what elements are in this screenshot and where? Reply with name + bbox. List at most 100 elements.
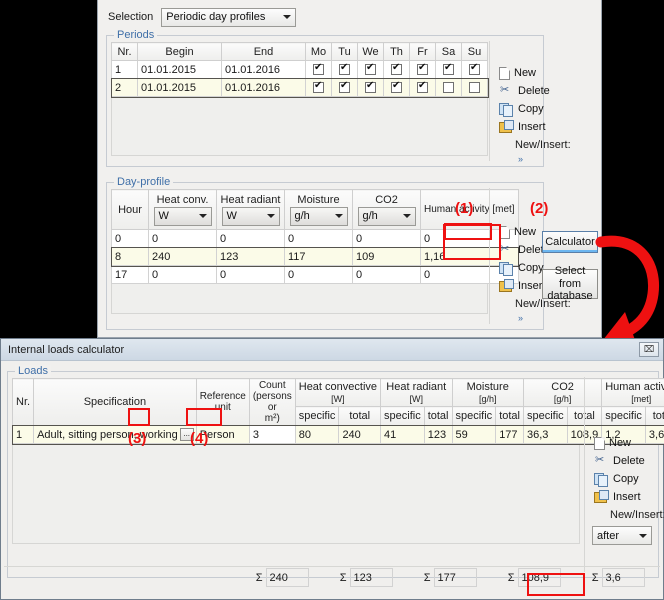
dayprofile-group: Day-profile Hour Heat conv. W Heat radia… bbox=[106, 176, 571, 330]
checkbox-we[interactable] bbox=[365, 80, 376, 94]
loads-r1-specification[interactable]: Adult, sitting person, working ... bbox=[33, 425, 197, 444]
scissors-icon bbox=[499, 83, 514, 98]
dayprofile-delete-button[interactable]: Delete bbox=[497, 241, 550, 259]
loads-r1-co2-specific[interactable]: 36,3 bbox=[522, 425, 568, 444]
dp-r1-c3[interactable]: 0 bbox=[284, 229, 353, 248]
periods-r2-th[interactable] bbox=[383, 78, 410, 97]
dp-unit-heat-conv-combo[interactable]: W bbox=[153, 206, 212, 226]
dp-r3-c3[interactable]: 0 bbox=[284, 265, 353, 284]
table-row[interactable]: 2 01.01.2015 01.01.2016 bbox=[110, 77, 489, 98]
loads-insert-button[interactable]: Insert bbox=[592, 488, 652, 506]
dp-r3-c2[interactable]: 0 bbox=[216, 265, 285, 284]
periods-copy-button[interactable]: Copy bbox=[497, 100, 544, 118]
calculator-button[interactable]: Calculator bbox=[542, 231, 598, 253]
new-document-icon bbox=[594, 437, 605, 450]
table-row[interactable]: 17 0 0 0 0 0 bbox=[111, 265, 519, 284]
periods-col-begin: Begin bbox=[137, 42, 222, 61]
dayprofile-copy-button[interactable]: Copy bbox=[497, 259, 544, 277]
periods-r1-fr[interactable] bbox=[409, 60, 436, 79]
dp-unit-heat-rad-combo[interactable]: W bbox=[221, 206, 280, 226]
dp-r2-c3[interactable]: 117 bbox=[284, 247, 353, 266]
checkbox-fr[interactable] bbox=[417, 80, 428, 94]
checkbox-mo[interactable] bbox=[313, 80, 324, 94]
loads-delete-button[interactable]: Delete bbox=[592, 452, 652, 470]
loads-col-co2-unit: [g/h] bbox=[553, 393, 572, 404]
periods-new-button[interactable]: New bbox=[497, 64, 543, 82]
checkbox-fr[interactable] bbox=[417, 62, 428, 76]
dp-r1-c1[interactable]: 0 bbox=[148, 229, 217, 248]
dp-r2-c4[interactable]: 109 bbox=[352, 247, 421, 266]
totals-ha-sigma: Σ bbox=[591, 571, 599, 584]
dp-col-heat-conv-label: Heat conv. bbox=[156, 193, 209, 206]
dp-r2-c1[interactable]: 240 bbox=[148, 247, 217, 266]
dayprofile-expander-icon[interactable]: » bbox=[497, 313, 543, 327]
close-icon[interactable]: ⌧ bbox=[639, 342, 659, 357]
select-from-database-label: Select from database bbox=[547, 265, 593, 303]
dp-unit-co2-combo[interactable]: g/h bbox=[357, 206, 416, 226]
periods-r2-fr[interactable] bbox=[409, 78, 436, 97]
checkbox-th[interactable] bbox=[391, 62, 402, 76]
loads-r1-hc-specific[interactable]: 80 bbox=[294, 425, 340, 444]
periods-empty-area bbox=[111, 97, 488, 156]
periods-insert-button[interactable]: Insert bbox=[497, 118, 546, 136]
periods-r2-begin[interactable]: 01.01.2015 bbox=[137, 78, 222, 97]
periods-expander-icon[interactable]: » bbox=[497, 154, 543, 168]
periods-r1-th[interactable] bbox=[383, 60, 410, 79]
dayprofile-new-button[interactable]: New bbox=[497, 223, 543, 241]
periods-r2-sa[interactable] bbox=[435, 78, 462, 97]
checkbox-we[interactable] bbox=[365, 62, 376, 76]
dayprofile-insert-button[interactable]: Insert bbox=[497, 277, 546, 295]
checkbox-mo[interactable] bbox=[313, 62, 324, 76]
dp-r2-c2[interactable]: 123 bbox=[216, 247, 285, 266]
periods-r2-su[interactable] bbox=[461, 78, 488, 97]
loads-position-combobox[interactable]: after bbox=[592, 526, 652, 545]
loads-r1-mo-specific[interactable]: 59 bbox=[451, 425, 497, 444]
loads-r1-hr-specific[interactable]: 41 bbox=[380, 425, 425, 444]
table-row[interactable]: 8 240 123 117 109 1,16 bbox=[110, 246, 520, 267]
periods-r2-end[interactable]: 01.01.2016 bbox=[221, 78, 306, 97]
dp-col-heat-rad: Heat radiant W bbox=[216, 189, 285, 230]
periods-r2-mo[interactable] bbox=[305, 78, 332, 97]
dp-r1-c2[interactable]: 0 bbox=[216, 229, 285, 248]
selection-row: Selection Periodic day profiles bbox=[108, 6, 408, 28]
loads-r1-count[interactable]: 3 bbox=[248, 425, 296, 444]
checkbox-su[interactable] bbox=[469, 62, 480, 76]
periods-r2-we[interactable] bbox=[357, 78, 384, 97]
paste-icon bbox=[594, 490, 609, 504]
dp-r1-c4[interactable]: 0 bbox=[352, 229, 421, 248]
checkbox-th[interactable] bbox=[391, 80, 402, 94]
loads-col-count: Count (persons or m²) bbox=[248, 378, 296, 426]
checkbox-su[interactable] bbox=[469, 82, 480, 94]
paste-icon bbox=[499, 279, 514, 293]
selection-label: Selection bbox=[108, 11, 154, 23]
periods-actions: New Delete Copy Insert New/Insert: » bbox=[497, 64, 571, 168]
dp-r3-c4[interactable]: 0 bbox=[352, 265, 421, 284]
table-row[interactable]: 0 0 0 0 0 0 bbox=[111, 229, 519, 248]
periods-r1-sa[interactable] bbox=[435, 60, 462, 79]
dp-unit-moisture-combo[interactable]: g/h bbox=[289, 206, 348, 226]
dialog-body: Loads Nr. Specification Reference unit C… bbox=[1, 361, 664, 599]
checkbox-sa[interactable] bbox=[443, 62, 454, 76]
loads-copy-button[interactable]: Copy bbox=[592, 470, 652, 488]
dp-r3-c1[interactable]: 0 bbox=[148, 265, 217, 284]
periods-r1-we[interactable] bbox=[357, 60, 384, 79]
table-row[interactable]: 1 Adult, sitting person, working ... Per… bbox=[11, 424, 664, 445]
loads-new-button[interactable]: New bbox=[592, 434, 652, 452]
table-row[interactable]: 1 01.01.2015 01.01.2016 bbox=[111, 60, 488, 79]
periods-table-wrap: Nr. Begin End Mo Tu We Th Fr Sa Su 1 01.… bbox=[110, 42, 489, 156]
checkbox-tu[interactable] bbox=[339, 80, 350, 94]
dayprofile-actions: New Delete Copy Insert New/Insert: » bbox=[497, 223, 571, 327]
periods-r1-tu[interactable] bbox=[331, 60, 358, 79]
periods-r1-su[interactable] bbox=[461, 60, 488, 79]
periods-delete-button[interactable]: Delete bbox=[497, 82, 550, 100]
periods-r1-begin[interactable]: 01.01.2015 bbox=[137, 60, 222, 79]
selection-combobox[interactable]: Periodic day profiles bbox=[161, 7, 297, 27]
periods-r1-mo[interactable] bbox=[305, 60, 332, 79]
checkbox-tu[interactable] bbox=[339, 62, 350, 76]
dp-col-co2: CO2 g/h bbox=[352, 189, 421, 230]
periods-r1-end[interactable]: 01.01.2016 bbox=[221, 60, 306, 79]
periods-col-th: Th bbox=[383, 42, 410, 61]
checkbox-sa[interactable] bbox=[443, 82, 454, 94]
periods-r2-tu[interactable] bbox=[331, 78, 358, 97]
select-from-database-button[interactable]: Select from database bbox=[542, 265, 598, 302]
